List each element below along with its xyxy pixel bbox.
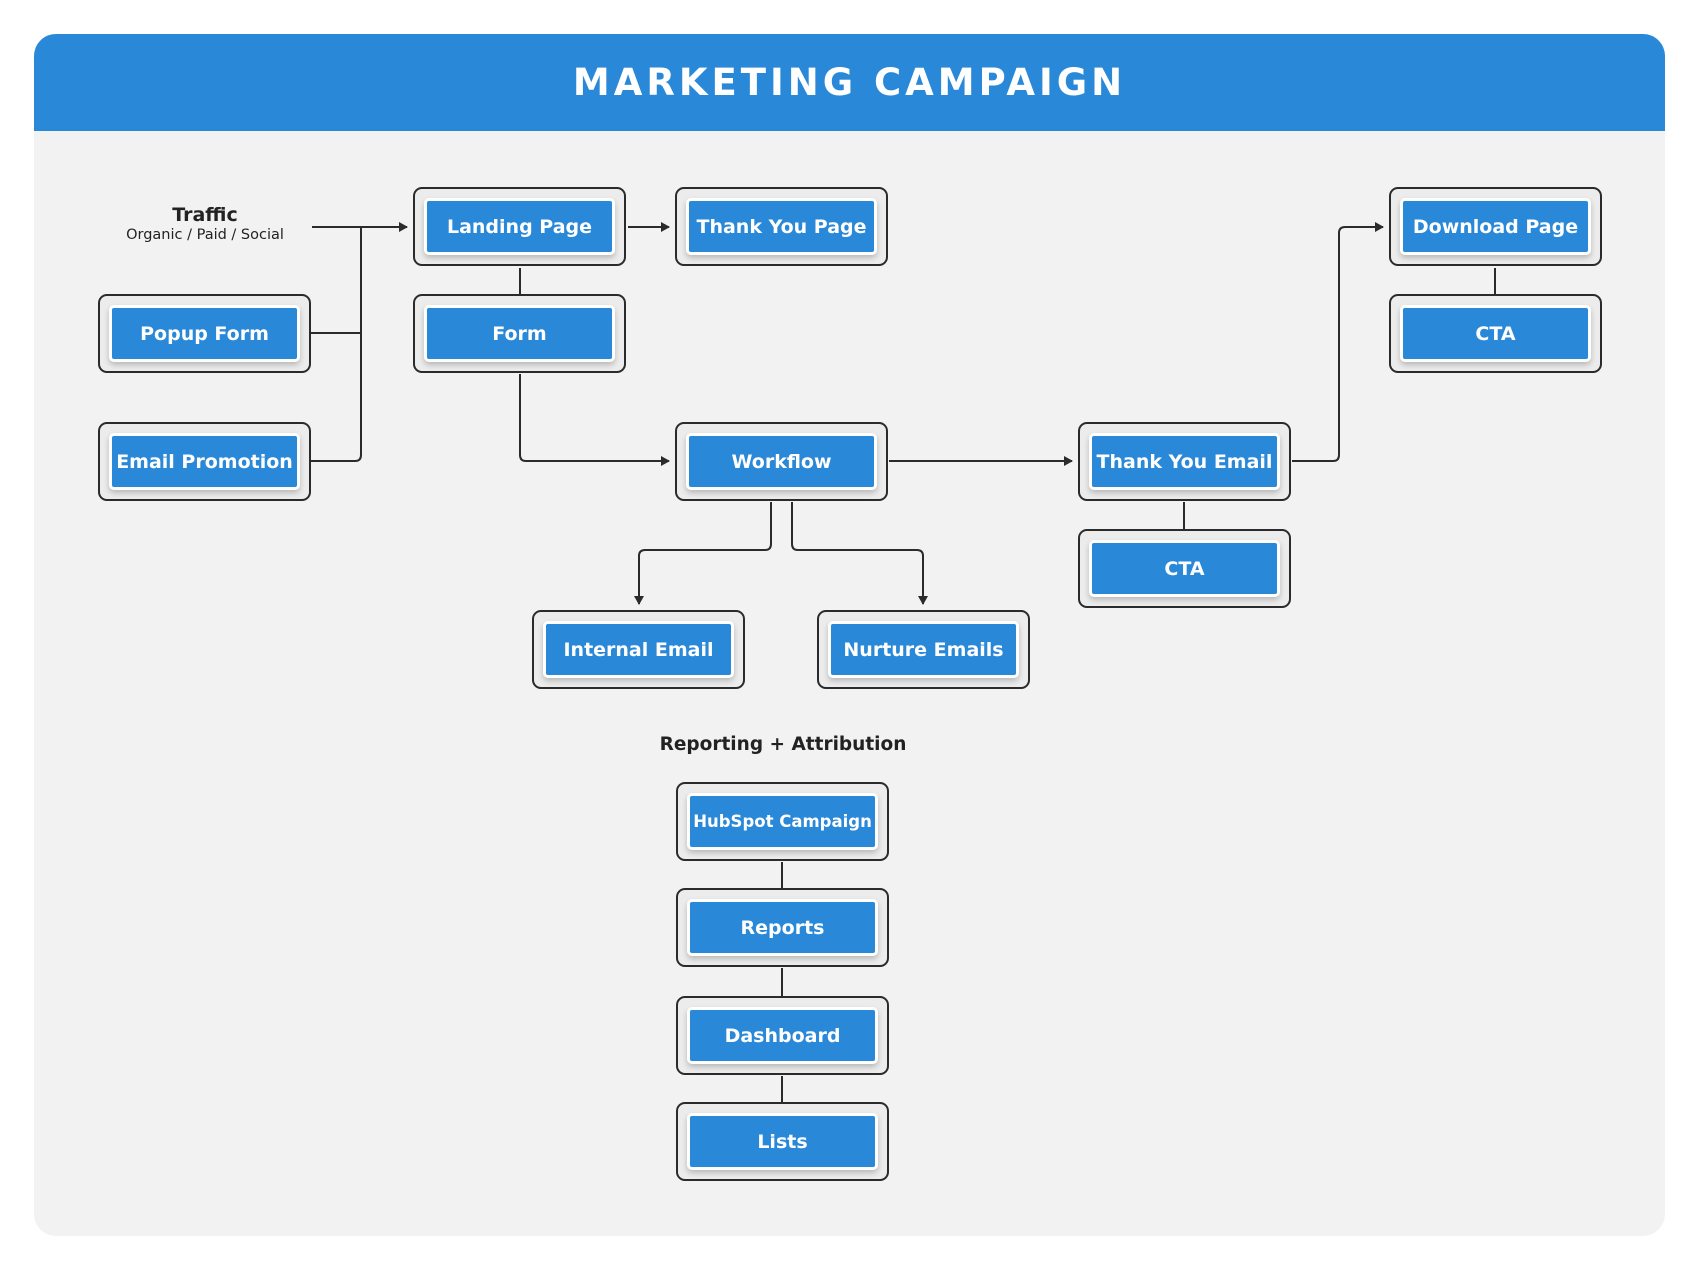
node-internal-email[interactable]: Internal Email (532, 610, 745, 689)
node-cta-email[interactable]: CTA (1078, 529, 1291, 608)
node-form[interactable]: Form (413, 294, 626, 373)
node-email-promotion[interactable]: Email Promotion (98, 422, 311, 501)
node-label[interactable]: HubSpot Campaign (687, 793, 878, 850)
node-label[interactable]: Nurture Emails (828, 621, 1019, 678)
node-download-page[interactable]: Download Page (1389, 187, 1602, 266)
node-label[interactable]: Landing Page (424, 198, 615, 255)
node-label[interactable]: Download Page (1400, 198, 1591, 255)
node-label[interactable]: CTA (1400, 305, 1591, 362)
node-label[interactable]: Thank You Page (686, 198, 877, 255)
node-popup-form[interactable]: Popup Form (98, 294, 311, 373)
node-label[interactable]: CTA (1089, 540, 1280, 597)
traffic-title: Traffic (172, 204, 238, 226)
node-label[interactable]: Popup Form (109, 305, 300, 362)
node-label[interactable]: Email Promotion (109, 433, 300, 490)
node-lists[interactable]: Lists (676, 1102, 889, 1181)
node-landing-page[interactable]: Landing Page (413, 187, 626, 266)
page-title: MARKETING CAMPAIGN (572, 61, 1127, 104)
node-label[interactable]: Reports (687, 899, 878, 956)
node-label[interactable]: Thank You Email (1089, 433, 1280, 490)
node-label[interactable]: Form (424, 305, 615, 362)
reporting-heading: Reporting + Attribution (659, 734, 907, 755)
node-dashboard[interactable]: Dashboard (676, 996, 889, 1075)
node-label[interactable]: Dashboard (687, 1007, 878, 1064)
node-workflow[interactable]: Workflow (675, 422, 888, 501)
traffic-subtitle: Organic / Paid / Social (126, 227, 284, 243)
header-bar: MARKETING CAMPAIGN (34, 34, 1665, 131)
node-label[interactable]: Workflow (686, 433, 877, 490)
node-hubspot-campaign[interactable]: HubSpot Campaign (676, 782, 889, 861)
node-nurture-emails[interactable]: Nurture Emails (817, 610, 1030, 689)
node-thank-you-email[interactable]: Thank You Email (1078, 422, 1291, 501)
node-thank-you-page[interactable]: Thank You Page (675, 187, 888, 266)
traffic-label: Traffic Organic / Paid / Social (105, 204, 305, 243)
node-label[interactable]: Internal Email (543, 621, 734, 678)
node-cta-download[interactable]: CTA (1389, 294, 1602, 373)
node-reports[interactable]: Reports (676, 888, 889, 967)
node-label[interactable]: Lists (687, 1113, 878, 1170)
